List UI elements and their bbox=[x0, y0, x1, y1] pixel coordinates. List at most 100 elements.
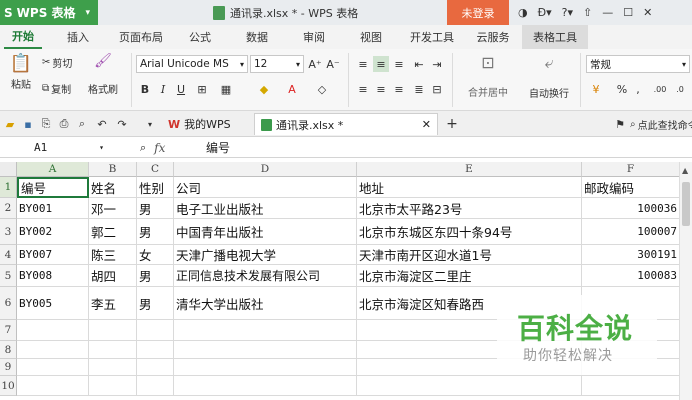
zoom-icon[interactable]: ⌕ bbox=[140, 141, 146, 155]
cell-e5[interactable]: 北京市海淀区二里庄 bbox=[357, 265, 582, 287]
print-icon[interactable]: ⎙ bbox=[56, 116, 72, 132]
cell-a1[interactable]: 编号 bbox=[17, 177, 89, 198]
new-tab-button[interactable]: + bbox=[444, 116, 460, 132]
cell-b6[interactable]: 李五 bbox=[89, 287, 137, 320]
bold-icon[interactable]: B bbox=[137, 81, 153, 97]
flag-icon[interactable]: ⚑ bbox=[612, 116, 628, 132]
command-search[interactable]: ⌕ 点此查找命令 bbox=[630, 117, 692, 132]
distribute-icon[interactable]: ⊟ bbox=[429, 81, 445, 97]
undo-icon[interactable]: ↶ bbox=[94, 116, 110, 132]
font-name-select[interactable]: Arial Unicode MS ▾ bbox=[136, 55, 248, 73]
cell-b10[interactable] bbox=[89, 376, 137, 396]
cell-d10[interactable] bbox=[174, 376, 357, 396]
column-header-f[interactable]: F bbox=[582, 162, 680, 177]
cell-b4[interactable]: 陈三 bbox=[89, 245, 137, 265]
wps-app-menu-button[interactable]: S WPS 表格 ▾ bbox=[0, 0, 98, 25]
cell-b7[interactable] bbox=[89, 320, 137, 341]
row-header[interactable]: 1 bbox=[0, 177, 17, 198]
cell-e1[interactable]: 地址 bbox=[357, 177, 582, 198]
cell-b9[interactable] bbox=[89, 359, 137, 376]
cell-c3[interactable]: 男 bbox=[137, 219, 174, 245]
cell-b3[interactable]: 郭二 bbox=[89, 219, 137, 245]
cell-d6[interactable]: 清华大学出版社 bbox=[174, 287, 357, 320]
row-header[interactable]: 4 bbox=[0, 245, 17, 265]
paste-button[interactable]: 📋 粘贴 bbox=[4, 53, 38, 91]
redo-icon[interactable]: ↷ bbox=[114, 116, 130, 132]
column-header-c[interactable]: C bbox=[137, 162, 174, 177]
cell-c10[interactable] bbox=[137, 376, 174, 396]
cell-d7[interactable] bbox=[174, 320, 357, 341]
print-preview-icon[interactable]: ⌕ bbox=[74, 116, 90, 132]
cell-e10[interactable] bbox=[357, 376, 582, 396]
number-format-select[interactable]: 常规 ▾ bbox=[586, 55, 690, 73]
vertical-scrollbar[interactable]: ▲ bbox=[679, 162, 692, 400]
cell-a2[interactable]: BY001 bbox=[17, 198, 89, 219]
underline-icon[interactable]: U bbox=[173, 81, 189, 97]
cell-f4[interactable]: 300191 bbox=[582, 245, 680, 265]
cell-e4[interactable]: 天津市南开区迎水道1号 bbox=[357, 245, 582, 265]
upload-icon[interactable]: ⇧ bbox=[583, 6, 592, 19]
row-header[interactable]: 6 bbox=[0, 287, 17, 320]
minimize-icon[interactable]: — bbox=[602, 6, 613, 19]
copy-button[interactable]: ⧉ 复制 bbox=[42, 81, 71, 96]
cell-d1[interactable]: 公司 bbox=[174, 177, 357, 198]
column-header-a[interactable]: A bbox=[17, 162, 89, 177]
cell-f2[interactable]: 100036 bbox=[582, 198, 680, 219]
row-header[interactable]: 3 bbox=[0, 219, 17, 245]
tab-table-tools[interactable]: 表格工具 bbox=[522, 25, 588, 49]
indent-icon[interactable]: ⇤ bbox=[411, 56, 427, 72]
cell-a7[interactable] bbox=[17, 320, 89, 341]
align-middle-icon[interactable]: ≡ bbox=[373, 56, 389, 72]
login-button[interactable]: 未登录 bbox=[447, 0, 509, 25]
cell-a10[interactable] bbox=[17, 376, 89, 396]
format-painter-button[interactable]: 🖌 格式刷 bbox=[88, 53, 118, 96]
cut-button[interactable]: ✂ 剪切 bbox=[42, 55, 72, 70]
decrease-decimal-icon[interactable]: .0 bbox=[672, 81, 688, 97]
tab-view[interactable]: 视图 bbox=[350, 25, 392, 49]
tab-insert[interactable]: 插入 bbox=[58, 25, 98, 49]
tab-formulas[interactable]: 公式 bbox=[180, 25, 220, 49]
cell-c9[interactable] bbox=[137, 359, 174, 376]
cell-c8[interactable] bbox=[137, 341, 174, 359]
align-right-icon[interactable]: ≡ bbox=[391, 81, 407, 97]
cell-c6[interactable]: 男 bbox=[137, 287, 174, 320]
fx-icon[interactable]: fx bbox=[154, 141, 165, 155]
outdent-icon[interactable]: ⇥ bbox=[429, 56, 445, 72]
b-icon[interactable]: Ð▾ bbox=[538, 6, 552, 19]
row-header[interactable]: 8 bbox=[0, 341, 17, 359]
skin-icon[interactable]: ◑ bbox=[518, 6, 528, 19]
align-left-icon[interactable]: ≡ bbox=[355, 81, 371, 97]
cell-b8[interactable] bbox=[89, 341, 137, 359]
wrap-text-button[interactable]: ⤶ 自动换行 bbox=[522, 53, 576, 100]
cell-a3[interactable]: BY002 bbox=[17, 219, 89, 245]
justify-icon[interactable]: ≣ bbox=[411, 81, 427, 97]
cell-b1[interactable]: 姓名 bbox=[89, 177, 137, 198]
cell-a9[interactable] bbox=[17, 359, 89, 376]
maximize-icon[interactable]: ☐ bbox=[623, 6, 633, 19]
increase-font-icon[interactable]: A⁺ bbox=[307, 56, 323, 72]
cell-e2[interactable]: 北京市太平路23号 bbox=[357, 198, 582, 219]
cell-f3[interactable]: 100007 bbox=[582, 219, 680, 245]
cell-b2[interactable]: 邓一 bbox=[89, 198, 137, 219]
merge-center-button[interactable]: ⊡ 合并居中 bbox=[460, 53, 516, 99]
cell-c4[interactable]: 女 bbox=[137, 245, 174, 265]
align-bottom-icon[interactable]: ≡ bbox=[391, 56, 407, 72]
cell-d3[interactable]: 中国青年出版社 bbox=[174, 219, 357, 245]
cell-e3[interactable]: 北京市东城区东四十条94号 bbox=[357, 219, 582, 245]
cell-c1[interactable]: 性别 bbox=[137, 177, 174, 198]
cell-f1[interactable]: 邮政编码 bbox=[582, 177, 680, 198]
cell-d2[interactable]: 电子工业出版社 bbox=[174, 198, 357, 219]
row-header[interactable]: 10 bbox=[0, 376, 17, 396]
percent-icon[interactable]: % bbox=[614, 81, 630, 97]
decrease-font-icon[interactable]: A⁻ bbox=[325, 56, 341, 72]
scroll-up-icon[interactable]: ▲ bbox=[682, 166, 688, 175]
currency-icon[interactable]: ¥ bbox=[588, 81, 604, 97]
thousands-separator-icon[interactable]: , bbox=[630, 81, 646, 97]
close-tab-icon[interactable]: ✕ bbox=[422, 118, 431, 131]
align-top-icon[interactable]: ≡ bbox=[355, 56, 371, 72]
cell-c5[interactable]: 男 bbox=[137, 265, 174, 287]
cell-f10[interactable] bbox=[582, 376, 680, 396]
cell-d5[interactable]: 正同信息技术发展有限公司 bbox=[174, 265, 357, 287]
cell-d4[interactable]: 天津广播电视大学 bbox=[174, 245, 357, 265]
formula-input[interactable]: 编号 bbox=[206, 137, 230, 158]
